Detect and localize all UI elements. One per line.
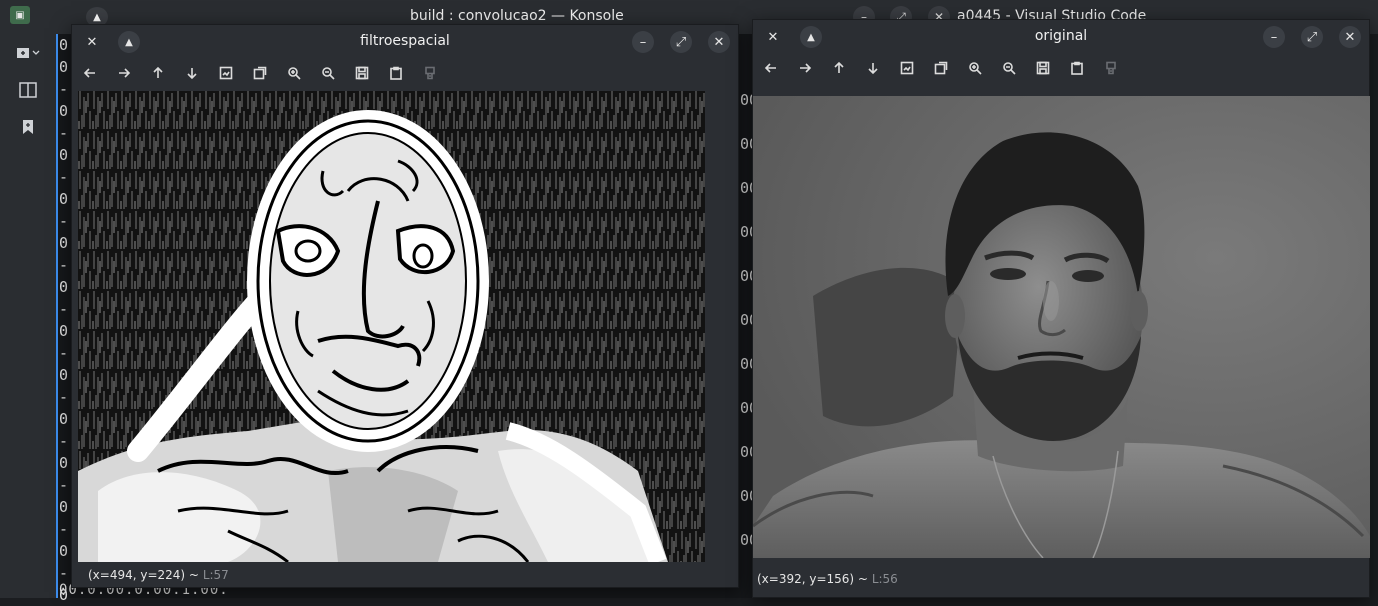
arrow-right-icon[interactable] (114, 63, 134, 83)
terminal-line: 0 (59, 234, 69, 252)
properties-icon (420, 63, 440, 83)
properties-icon (1101, 58, 1121, 78)
terminal-line: 0 (59, 542, 69, 560)
terminal-line: - (59, 388, 69, 406)
terminal-line: - (59, 80, 69, 98)
terminal-line: - (59, 520, 69, 538)
terminal-selection-marker (56, 34, 58, 598)
arrow-left-icon[interactable] (80, 63, 100, 83)
zoom-original-icon[interactable] (931, 58, 951, 78)
zoom-out-icon[interactable] (999, 58, 1019, 78)
original-image[interactable] (753, 96, 1370, 558)
arrow-down-icon[interactable] (863, 58, 883, 78)
terminal-line: - (59, 168, 69, 186)
edge-filter-render (78, 91, 705, 562)
terminal-line: - (59, 476, 69, 494)
terminal-lines: 00-0-0-0-0-0-0-0-0-0-0-0-0 (59, 34, 68, 606)
zoom-original-icon[interactable] (250, 63, 270, 83)
terminal-line: 0 (59, 498, 69, 516)
zoom-fit-icon[interactable] (216, 63, 236, 83)
terminal-line: - (59, 212, 69, 230)
terminal-line: - (59, 124, 69, 142)
save-icon[interactable] (1033, 58, 1053, 78)
arrow-left-icon[interactable] (761, 58, 781, 78)
side-dock: ▣ (0, 0, 56, 598)
terminal-line: - (59, 564, 69, 582)
terminal-line: 0 (59, 410, 69, 428)
filtroespacial-window: ✕ ▲ filtroespacial – ⤢ ✕ (x=494, y=224) … (71, 24, 739, 588)
close-button[interactable]: ✕ (708, 31, 730, 53)
status-bar: (x=392, y=156) ~ L:56 (757, 572, 898, 586)
grayscale-photo-render (753, 96, 1370, 558)
terminal-line: 0 (59, 58, 69, 76)
maximize-button[interactable]: ⤢ (670, 31, 692, 53)
terminal-line: 0 (59, 278, 69, 296)
konsole-title: build : convolucao2 — Konsole (410, 8, 624, 24)
split-view-icon[interactable] (14, 77, 42, 103)
copy-icon[interactable] (1067, 58, 1087, 78)
minimize-button[interactable]: – (632, 31, 654, 53)
zoom-out-icon[interactable] (318, 63, 338, 83)
konsole-app-icon[interactable]: ▣ (10, 6, 30, 24)
terminal-line: 0 (59, 146, 69, 164)
arrow-right-icon[interactable] (795, 58, 815, 78)
terminal-line: 0 (59, 190, 69, 208)
minimize-button[interactable]: – (1263, 26, 1285, 48)
status-coordinates: (x=392, y=156) ~ (757, 572, 868, 586)
copy-icon[interactable] (386, 63, 406, 83)
status-bar: (x=494, y=224) ~ L:57 (88, 568, 229, 582)
bookmark-icon[interactable] (14, 114, 42, 140)
original-window: ✕ ▲ original – ⤢ ✕ (x=392, y=156) ~ L:56 (752, 19, 1370, 598)
terminal-line: 0 (59, 102, 69, 120)
close-button[interactable]: ✕ (1339, 26, 1361, 48)
zoom-in-icon[interactable] (284, 63, 304, 83)
arrow-up-icon[interactable] (829, 58, 849, 78)
terminal-line: - (59, 432, 69, 450)
original-titlebar: ✕ ▲ original – ⤢ ✕ (753, 20, 1369, 54)
status-coordinates: (x=494, y=224) ~ (88, 568, 199, 582)
maximize-button[interactable]: ⤢ (1301, 26, 1323, 48)
terminal-line: 0 (59, 36, 69, 54)
filtered-image[interactable] (78, 91, 705, 562)
new-tab-icon[interactable] (14, 40, 42, 66)
arrow-down-icon[interactable] (182, 63, 202, 83)
status-level: L:57 (202, 568, 229, 582)
terminal-line: 0 (59, 454, 69, 472)
zoom-fit-icon[interactable] (897, 58, 917, 78)
terminal-line: 0 (59, 366, 69, 384)
terminal-line: - (59, 300, 69, 318)
zoom-in-icon[interactable] (965, 58, 985, 78)
terminal-line: 0 (59, 322, 69, 340)
terminal-line: - (59, 344, 69, 362)
filtroespacial-titlebar: ✕ ▲ filtroespacial – ⤢ ✕ (72, 25, 738, 59)
image-toolbar (72, 61, 738, 85)
image-toolbar (753, 56, 1369, 80)
terminal-line: - (59, 256, 69, 274)
status-level: L:56 (871, 572, 898, 586)
arrow-up-icon[interactable] (148, 63, 168, 83)
save-icon[interactable] (352, 63, 372, 83)
